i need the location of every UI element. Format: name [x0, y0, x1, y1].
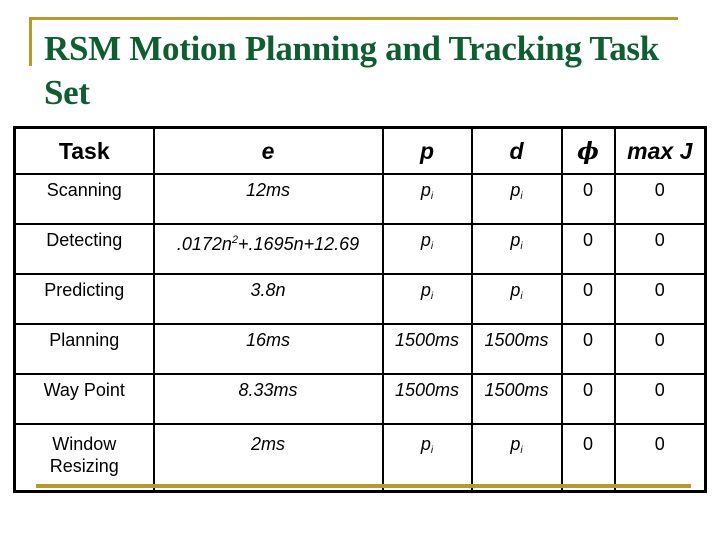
cell-p-base: p [420, 280, 431, 300]
cell-p-subscript: i [430, 445, 434, 456]
cell-max-j: 0 [613, 323, 707, 375]
cell-phi: 0 [560, 173, 616, 225]
cell-p-subscript: i [430, 291, 434, 302]
table-row: Way Point 8.33ms 1500ms 1500ms 0 0 [13, 373, 707, 425]
cell-p-base: p [420, 180, 431, 200]
slide-title: RSM Motion Planning and Tracking Task Se… [44, 29, 659, 112]
cell-phi: 0 [560, 423, 616, 493]
cell-d-base: p [510, 280, 521, 300]
table-row: Planning 16ms 1500ms 1500ms 0 0 [13, 323, 707, 375]
cell-p-base: p [420, 230, 431, 250]
cell-e-part2: +.1695n+12.69 [238, 234, 360, 254]
table-row: Predicting 3.8n pi pi 0 0 [13, 273, 707, 325]
cell-d: 1500ms [470, 373, 563, 425]
cell-p: pi [381, 423, 473, 493]
cell-e: .0172n2+.1695n+12.69 [152, 223, 384, 275]
table-row: Window Resizing 2ms pi pi 0 0 [13, 423, 707, 493]
cell-p: pi [381, 173, 473, 225]
cell-task: Scanning [13, 173, 155, 225]
cell-phi: 0 [560, 323, 616, 375]
footer-accent-line [36, 484, 691, 488]
cell-d-subscript: i [520, 241, 523, 252]
header-max-j: max J [613, 126, 707, 175]
cell-p: pi [381, 223, 473, 275]
cell-p-subscript: i [430, 241, 434, 252]
cell-phi: 0 [560, 273, 616, 325]
cell-d-subscript: i [520, 191, 523, 202]
cell-d: 1500ms [470, 323, 563, 375]
cell-max-j: 0 [613, 423, 707, 493]
header-task: Task [13, 126, 155, 175]
cell-phi: 0 [560, 223, 616, 275]
cell-task-line1: Window [52, 434, 117, 454]
cell-p-subscript: i [430, 191, 434, 202]
cell-task: Planning [13, 323, 155, 375]
cell-d: pi [470, 273, 563, 325]
cell-e: 3.8n [152, 273, 384, 325]
task-set-table: Task e p d ϕ max J Scanning 12ms pi pi 0… [13, 126, 707, 493]
cell-d-subscript: i [520, 291, 523, 302]
table-header-row: Task e p d ϕ max J [13, 126, 707, 175]
cell-e: 12ms [152, 173, 384, 225]
cell-p-base: p [420, 434, 431, 454]
header-e: e [152, 126, 384, 175]
header-d: d [470, 126, 563, 175]
cell-d: pi [470, 223, 563, 275]
cell-task: Predicting [13, 273, 155, 325]
cell-d: pi [470, 423, 563, 493]
cell-phi: 0 [560, 373, 616, 425]
cell-d-base: p [510, 434, 521, 454]
cell-e: 16ms [152, 323, 384, 375]
cell-e: 8.33ms [152, 373, 384, 425]
cell-p: pi [381, 273, 473, 325]
cell-max-j: 0 [613, 273, 707, 325]
cell-p: 1500ms [381, 323, 473, 375]
cell-task: Detecting [13, 223, 155, 275]
cell-d-base: p [510, 180, 521, 200]
header-phi: ϕ [560, 126, 616, 175]
title-accent-line-left [29, 17, 32, 66]
cell-max-j: 0 [613, 223, 707, 275]
table-row: Detecting .0172n2+.1695n+12.69 pi pi 0 0 [13, 223, 707, 275]
title-accent-line-top [29, 17, 678, 20]
cell-d-subscript: i [520, 445, 523, 456]
header-p: p [381, 126, 473, 175]
cell-d-base: p [510, 230, 521, 250]
cell-max-j: 0 [613, 173, 707, 225]
cell-d: pi [470, 173, 563, 225]
cell-task-line2: Resizing [49, 456, 119, 476]
table-row: Scanning 12ms pi pi 0 0 [13, 173, 707, 225]
cell-max-j: 0 [613, 373, 707, 425]
cell-p: 1500ms [381, 373, 473, 425]
cell-e: 2ms [152, 423, 384, 493]
cell-task: Window Resizing [13, 423, 155, 493]
cell-task: Way Point [13, 373, 155, 425]
cell-e-part1: .0172n [176, 234, 232, 254]
